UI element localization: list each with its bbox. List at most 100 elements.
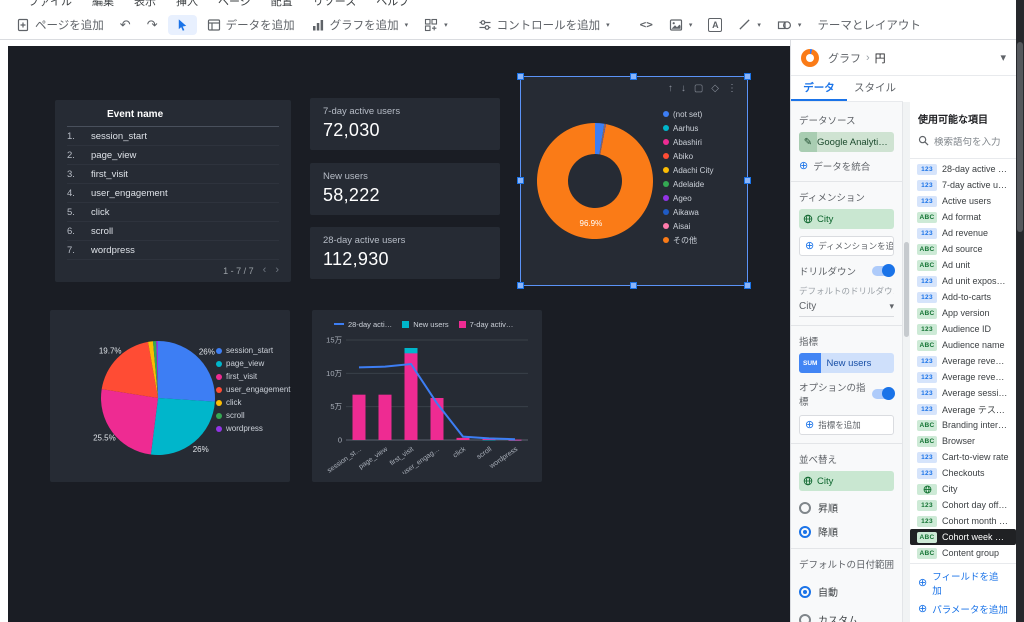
- field-item[interactable]: 123Cohort month offset: [910, 513, 1016, 529]
- field-item[interactable]: 123Checkouts: [910, 465, 1016, 481]
- events-pie-chart[interactable]: 26%26%25.5%19.7% session_startpage_viewf…: [50, 310, 290, 482]
- field-item[interactable]: ABCBrowser: [910, 433, 1016, 449]
- pie-chart-svg[interactable]: 26%26%25.5%19.7%: [50, 314, 216, 478]
- legend-item[interactable]: wordpress: [216, 422, 291, 435]
- optional-metrics-toggle[interactable]: [872, 389, 894, 399]
- page-next-icon[interactable]: ›: [275, 265, 279, 276]
- tab-style[interactable]: スタイル: [847, 76, 903, 101]
- field-item[interactable]: 123Active users: [910, 193, 1016, 209]
- legend-item[interactable]: Abashiri: [663, 135, 713, 149]
- selection-handle-e[interactable]: [744, 177, 751, 184]
- legend-item[interactable]: Ageo: [663, 191, 713, 205]
- chart-bar[interactable]: [353, 395, 366, 440]
- table-row[interactable]: 4.user_engagement: [67, 184, 279, 203]
- menu-item[interactable]: 表示: [134, 0, 156, 9]
- scorecard-28day-active-users[interactable]: 28-day active users 112,930: [310, 227, 500, 279]
- field-item[interactable]: 123Cohort day offset: [910, 497, 1016, 513]
- chart-slice[interactable]: [101, 389, 158, 454]
- legend-item[interactable]: その他: [663, 233, 713, 247]
- field-item[interactable]: ABCAudience name: [910, 337, 1016, 353]
- legend-item[interactable]: New users: [402, 318, 448, 330]
- field-item[interactable]: 123Audience ID: [910, 321, 1016, 337]
- field-item[interactable]: 123Average revenue per ...: [910, 353, 1016, 369]
- field-item[interactable]: ABCApp version: [910, 305, 1016, 321]
- table-row[interactable]: 2.page_view: [67, 146, 279, 165]
- sort-ascending-option[interactable]: 昇順: [799, 500, 894, 515]
- field-item[interactable]: 123Average revenue per ...: [910, 369, 1016, 385]
- legend-item[interactable]: Aisai: [663, 219, 713, 233]
- legend-item[interactable]: Adelaide: [663, 177, 713, 191]
- tab-data[interactable]: データ: [791, 76, 847, 101]
- legend-item[interactable]: page_view: [216, 357, 291, 370]
- drilldown-select[interactable]: City ▾: [799, 301, 894, 317]
- selection-handle-n[interactable]: [630, 73, 637, 80]
- chart-bar[interactable]: [379, 395, 392, 440]
- field-item[interactable]: ABCCohort week offset: [910, 529, 1016, 545]
- undo-button[interactable]: ↶: [114, 15, 137, 34]
- legend-item[interactable]: Adachi City: [663, 163, 713, 177]
- sort-chip[interactable]: City: [799, 471, 894, 491]
- embed-button[interactable]: <>: [634, 15, 659, 34]
- add-community-viz-button[interactable]: ▾: [418, 15, 454, 35]
- add-page-button[interactable]: ページを追加: [10, 14, 110, 36]
- text-tool-button[interactable]: A: [702, 15, 728, 35]
- legend-item[interactable]: scroll: [216, 409, 291, 422]
- selection-handle-se[interactable]: [744, 282, 751, 289]
- drilldown-toggle[interactable]: [872, 266, 894, 276]
- field-item[interactable]: ABCAd format: [910, 209, 1016, 225]
- menu-item[interactable]: 挿入: [176, 0, 198, 9]
- sort-descending-option[interactable]: 降順: [799, 524, 894, 539]
- menu-item[interactable]: 編集: [92, 0, 114, 9]
- legend-item[interactable]: 7-day activ…: [459, 318, 514, 330]
- field-item[interactable]: 123Average session lengt...: [910, 385, 1016, 401]
- field-item[interactable]: 12328-day active users: [910, 161, 1016, 177]
- theme-layout-button[interactable]: テーマとレイアウト: [811, 14, 927, 36]
- panel-scrollbar[interactable]: [903, 102, 910, 622]
- add-parameter-button[interactable]: ⊕ パラメータを追加: [918, 602, 1008, 616]
- blend-data-button[interactable]: ⊕ データを統合: [799, 159, 894, 173]
- menu-item[interactable]: リソース: [313, 0, 356, 9]
- radio-icon[interactable]: [799, 586, 811, 598]
- scorecard-7day-active-users[interactable]: 7-day active users 72,030: [310, 98, 500, 150]
- selection-handle-nw[interactable]: [517, 73, 524, 80]
- legend-item[interactable]: first_visit: [216, 370, 291, 383]
- field-item[interactable]: 123Cart-to-view rate: [910, 449, 1016, 465]
- legend-item[interactable]: click: [216, 396, 291, 409]
- menu-item[interactable]: ヘルプ: [376, 0, 409, 9]
- field-item[interactable]: 123Add-to-carts: [910, 289, 1016, 305]
- selection-handle-w[interactable]: [517, 177, 524, 184]
- field-item[interactable]: 123Ad unit exposure: [910, 273, 1016, 289]
- legend-item[interactable]: Aarhus: [663, 121, 713, 135]
- field-item[interactable]: 123Average テスト 2: [910, 401, 1016, 417]
- page-scrollbar[interactable]: [1016, 0, 1024, 622]
- combo-chart-svg[interactable]: 05万10万15万session_st…page_viewfirst_visit…: [320, 332, 534, 474]
- page-previous-icon[interactable]: ‹: [263, 265, 267, 276]
- legend-item[interactable]: Aikawa: [663, 205, 713, 219]
- field-item[interactable]: City: [910, 481, 1016, 497]
- donut-chart-svg[interactable]: 96.9%: [523, 81, 667, 283]
- field-item[interactable]: 1237-day active users: [910, 177, 1016, 193]
- legend-item[interactable]: 28-day acti…: [334, 318, 392, 330]
- selection-handle-sw[interactable]: [517, 282, 524, 289]
- selection-handle-s[interactable]: [630, 282, 637, 289]
- radio-icon[interactable]: [799, 614, 811, 622]
- data-source-chip[interactable]: ✎ Google Analytics 4: [799, 132, 894, 152]
- metric-chip[interactable]: SUM New users: [799, 353, 894, 373]
- dimension-chip[interactable]: City: [799, 209, 894, 229]
- more-options-icon[interactable]: ⋮: [727, 84, 737, 94]
- scrollbar-thumb[interactable]: [1017, 42, 1023, 232]
- radio-icon[interactable]: [799, 526, 811, 538]
- legend-item[interactable]: Abiko: [663, 149, 713, 163]
- menu-item[interactable]: ファイル: [28, 0, 72, 9]
- table-row[interactable]: 6.scroll: [67, 222, 279, 241]
- redo-button[interactable]: ↷: [141, 15, 164, 34]
- add-field-button[interactable]: ⊕ フィールドを追加: [918, 569, 1008, 597]
- menu-item[interactable]: 配置: [271, 0, 293, 9]
- radio-icon[interactable]: [799, 502, 811, 514]
- bring-forward-icon[interactable]: ↑: [668, 84, 673, 94]
- scorecard-new-users[interactable]: New users 58,222: [310, 163, 500, 215]
- table-row[interactable]: 5.click: [67, 203, 279, 222]
- style-icon[interactable]: ◇: [711, 84, 719, 94]
- add-chart-button[interactable]: グラフを追加 ▾: [305, 14, 415, 36]
- shape-tool-button[interactable]: ▾: [771, 15, 808, 35]
